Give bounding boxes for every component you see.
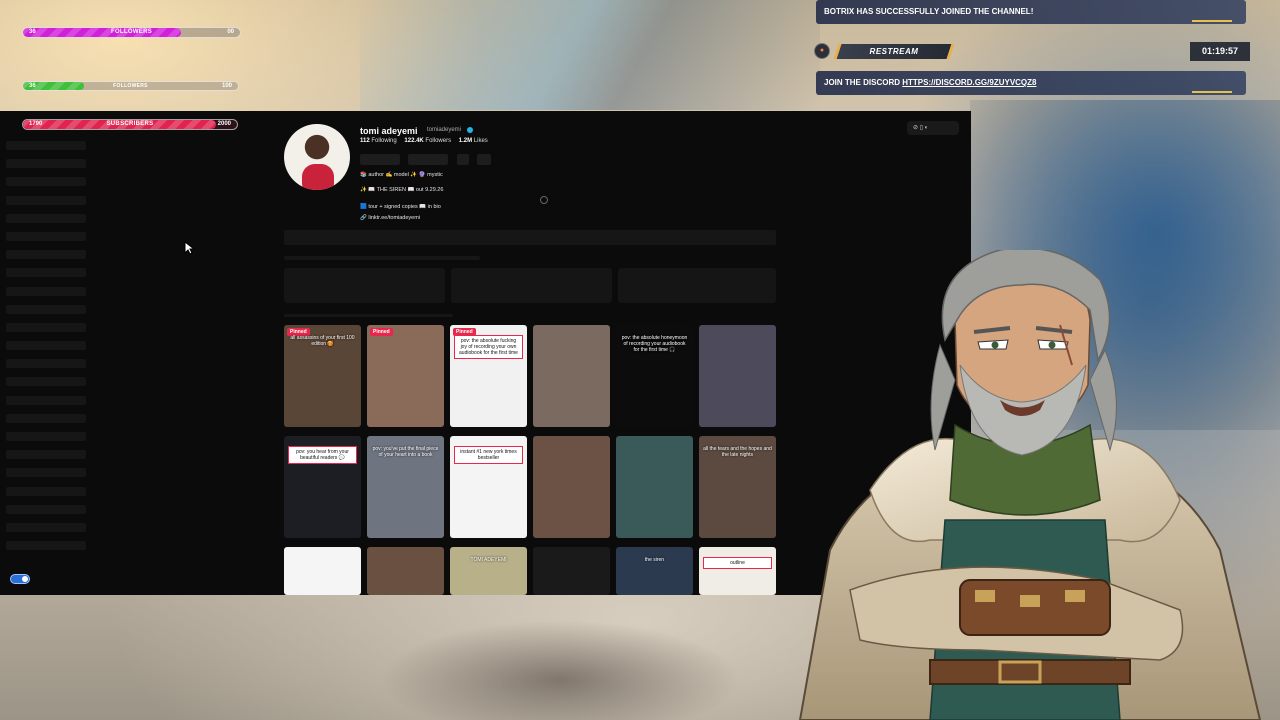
video-caption: TOMI ADEYEMI	[470, 557, 507, 563]
more-button-skeleton[interactable]	[477, 154, 492, 165]
subscribers-goal-target: 2000	[217, 121, 231, 127]
tabs-skeleton	[284, 230, 776, 245]
follow-button-skeleton[interactable]	[360, 154, 400, 165]
followers-goal-label: FOLLOWERS	[110, 29, 153, 35]
followers2-goal-label: FOLLOWERS	[113, 83, 148, 89]
filter-skeleton	[451, 268, 612, 303]
sidebar-item-skeleton[interactable]	[6, 268, 86, 278]
event-discord: JOIN THE DISCORD HTTPS://DISCORD.GG/9ZUY…	[816, 71, 1246, 95]
restream-bar: ● RESTREAM 01:19:57	[812, 42, 1250, 61]
sidebar-skeleton	[6, 141, 86, 559]
video-thumbnail[interactable]: pov: you hear from your beautiful reader…	[284, 436, 361, 538]
stream-timer: 01:19:57	[1190, 42, 1250, 61]
video-thumbnail[interactable]	[367, 547, 444, 595]
event-joined-text: BOTRIX HAS SUCCESSFULLY JOINED THE CHANN…	[824, 7, 1034, 16]
background-ice	[360, 0, 820, 110]
restream-label-pill: RESTREAM	[833, 44, 955, 59]
sidebar-item-skeleton[interactable]	[6, 141, 86, 150]
video-thumbnail[interactable]	[533, 547, 610, 595]
stat-likes: 1.2M Likes	[458, 138, 488, 144]
discord-link[interactable]: HTTPS://DISCORD.GG/9ZUYVCQZ8	[902, 78, 1036, 87]
video-thumbnail[interactable]	[284, 547, 361, 595]
video-caption: pov: you hear from your beautiful reader…	[288, 446, 357, 464]
profile-avatar[interactable]	[284, 124, 350, 190]
sidebar-item-skeleton[interactable]	[6, 413, 86, 423]
video-thumbnail[interactable]: pov: you've put the final piece of your …	[367, 436, 444, 538]
sidebar-item-skeleton[interactable]	[6, 450, 86, 460]
sidebar-item-skeleton[interactable]	[6, 286, 86, 296]
restream-label: RESTREAM	[869, 47, 919, 56]
bio-line: 📚 author ✍ model ✨ 🔮 mystic	[360, 172, 443, 178]
followers-goal-bar: 36 FOLLOWERS 00	[22, 27, 241, 38]
sidebar-item-skeleton[interactable]	[6, 213, 86, 223]
message-button-skeleton[interactable]	[408, 154, 449, 165]
vtuber-character-portrait	[798, 250, 1262, 720]
background-dragon-silhouette	[380, 620, 740, 720]
video-caption: pov: the absolute fucking joy of recordi…	[454, 335, 523, 359]
sidebar-item-skeleton[interactable]	[6, 395, 86, 405]
pinned-badge: Pinned	[370, 328, 393, 336]
sidebar-item-skeleton[interactable]	[6, 522, 86, 532]
video-thumbnail[interactable]: Pinned	[367, 325, 444, 427]
add-friend-button-skeleton[interactable]	[456, 154, 469, 165]
video-caption: the siren	[644, 557, 665, 563]
video-thumbnail[interactable]: TOMI ADEYEMI	[450, 547, 527, 595]
profile-username: tomi adeyemi	[360, 126, 418, 136]
sidebar-item-skeleton[interactable]	[6, 159, 86, 169]
video-thumbnail[interactable]: the siren	[616, 547, 693, 595]
sidebar-item-skeleton[interactable]	[6, 468, 86, 478]
event-accent-line	[1192, 20, 1232, 22]
followers-goal-bar-secondary: 36 FOLLOWERS 100	[22, 81, 239, 91]
video-thumbnail[interactable]: Pinned all assassins of your first 100 ed…	[284, 325, 361, 427]
followers2-goal-target: 100	[221, 83, 232, 89]
video-caption: instant #1 new york times bestseller	[454, 446, 523, 464]
video-thumbnail[interactable]	[533, 436, 610, 538]
subscribers-goal-bar: 1790 SUBSCRIBERS 2000	[22, 119, 238, 130]
profile-action-buttons	[360, 152, 495, 170]
sidebar-item-skeleton[interactable]	[6, 341, 86, 351]
loading-spinner	[540, 196, 548, 204]
filter-skeleton	[618, 268, 776, 303]
subscribers-goal-label: SUBSCRIBERS	[106, 121, 154, 127]
top-right-controls[interactable]: ⊘ ▯ ◐	[907, 121, 959, 135]
video-thumbnail[interactable]	[616, 436, 693, 538]
sidebar-item-skeleton[interactable]	[6, 541, 86, 551]
video-caption: pov: the absolute honeymoon of recording…	[621, 335, 688, 353]
video-thumbnail[interactable]: Pinned pov: the absolute fucking joy of r…	[450, 325, 527, 427]
sidebar-item-skeleton[interactable]	[6, 250, 86, 260]
sidebar-item-skeleton[interactable]	[6, 322, 86, 332]
sidebar-item-skeleton[interactable]	[6, 359, 86, 369]
restream-logo-icon: ●	[814, 43, 830, 59]
sidebar-item-skeleton[interactable]	[6, 195, 86, 205]
profile-stats: 112 Following 122.4K Followers 1.2M Like…	[360, 138, 494, 144]
video-thumbnail[interactable]: pov: the absolute honeymoon of recording…	[616, 325, 693, 427]
sidebar-item-skeleton[interactable]	[6, 177, 86, 187]
sidebar-item-skeleton[interactable]	[6, 231, 86, 241]
profile-handle: tomiadeyemi	[427, 127, 462, 133]
bio-line: ✨ 📖 THE SIREN 📖 out 9.29.26	[360, 187, 444, 193]
video-thumbnail[interactable]	[533, 325, 610, 427]
sidebar-item-skeleton[interactable]	[6, 377, 86, 387]
video-thumbnail[interactable]: instant #1 new york times bestseller	[450, 436, 527, 538]
event-botrix-joined: BOTRIX HAS SUCCESSFULLY JOINED THE CHANN…	[816, 0, 1246, 24]
stat-followers[interactable]: 122.4K Followers	[404, 138, 451, 144]
mouse-cursor-icon	[184, 241, 194, 255]
tab-line-skeleton	[284, 256, 480, 260]
video-caption: all assassins of your first 100 edition …	[290, 335, 355, 347]
filter-skeleton	[284, 268, 445, 303]
followers-goal-target: 00	[227, 29, 234, 35]
discord-prefix: JOIN THE DISCORD	[824, 78, 901, 87]
sidebar-item-skeleton[interactable]	[6, 432, 86, 441]
bio-link[interactable]: 🔗 linktr.ee/tomiadeyemi	[360, 215, 420, 221]
divider-skeleton	[284, 314, 453, 317]
verified-icon	[467, 127, 473, 133]
event-accent-line	[1192, 91, 1232, 93]
sidebar-item-skeleton[interactable]	[6, 504, 86, 514]
bio-line: 🟦 tour + signed copies 📖 in bio	[360, 204, 441, 210]
theme-toggle[interactable]	[10, 574, 30, 584]
sidebar-item-skeleton[interactable]	[6, 486, 86, 496]
sidebar-item-skeleton[interactable]	[6, 304, 86, 314]
video-caption: pov: you've put the final piece of your …	[372, 446, 439, 458]
stat-following[interactable]: 112 Following	[360, 138, 397, 144]
